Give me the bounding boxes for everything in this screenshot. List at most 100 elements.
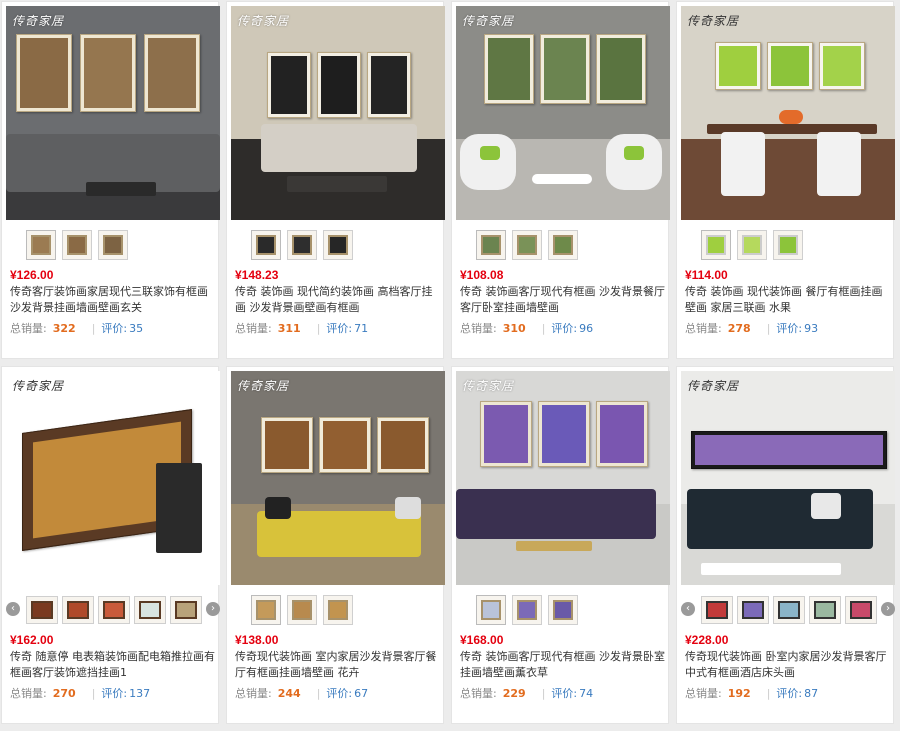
divider: | — [91, 322, 96, 335]
thumbnail[interactable] — [323, 595, 353, 625]
thumbnail-strip — [231, 591, 445, 627]
reviews-label[interactable]: 评价: — [776, 322, 802, 335]
thumbnail[interactable] — [98, 596, 130, 624]
sales-count: 278 — [727, 322, 751, 335]
product-title[interactable]: 传奇 随意停 电表箱装饰画配电箱推拉画有框画客厅装饰遮挡挂画1 — [10, 649, 216, 683]
product-title[interactable]: 传奇现代装饰画 室内家居沙发背景客厅餐厅有框画挂画墙壁画 花卉 — [235, 649, 441, 683]
thumbnail[interactable] — [323, 230, 353, 260]
chevron-right-icon[interactable]: › — [206, 602, 220, 616]
thumbnail[interactable] — [287, 230, 317, 260]
brand-logo: 传奇家居 — [237, 14, 290, 28]
thumbnail-strip — [456, 226, 670, 262]
product-image[interactable]: 传奇家居 — [681, 371, 895, 585]
product-card[interactable]: 传奇家居 ¥168.00 传奇 装饰画客厅现代有框画 沙发背景卧室挂画墙壁画薰衣… — [451, 366, 670, 724]
sales-label: 总销量: — [685, 687, 722, 700]
product-title[interactable]: 传奇 装饰画 现代装饰画 餐厅有框画挂画壁画 家居三联画 水果 — [685, 284, 891, 318]
reviews-label[interactable]: 评价: — [326, 322, 352, 335]
product-image[interactable]: 传奇家居 — [231, 6, 445, 220]
sales-count: 192 — [727, 687, 751, 700]
thumbnail[interactable] — [251, 230, 281, 260]
sales-label: 总销量: — [235, 687, 272, 700]
reviews-label[interactable]: 评价: — [101, 322, 127, 335]
sales-label: 总销量: — [685, 322, 722, 335]
thumbnail[interactable] — [512, 595, 542, 625]
product-grid: 传奇家居 ¥126.00 传奇客厅装饰画家居现代三联家饰有框画沙发背景挂画墙画壁… — [0, 0, 900, 731]
thumbnail[interactable] — [737, 596, 769, 624]
product-card[interactable]: 传奇家居 ¥138.00 传奇现代装饰画 室内家居沙发背景客厅餐厅有框画挂画墙壁… — [226, 366, 445, 724]
reviews-count[interactable]: 74 — [579, 687, 593, 700]
reviews-label[interactable]: 评价: — [326, 687, 352, 700]
thumbnail[interactable] — [26, 596, 58, 624]
thumbnail-strip — [231, 226, 445, 262]
thumbnail[interactable] — [26, 230, 56, 260]
thumbnail-strip — [456, 591, 670, 627]
thumbnail[interactable] — [62, 596, 94, 624]
reviews-label[interactable]: 评价: — [101, 687, 127, 700]
sales-count: 310 — [502, 322, 526, 335]
reviews-count[interactable]: 93 — [804, 322, 818, 335]
thumbnail[interactable] — [845, 596, 877, 624]
product-card[interactable]: 传奇家居 ‹ › ¥228.00 传奇现代装饰画 卧室内家居沙发背景客厅 中式有… — [676, 366, 895, 724]
thumbnail[interactable] — [134, 596, 166, 624]
thumbnail-strip — [681, 226, 895, 262]
thumbnail[interactable] — [251, 595, 281, 625]
product-price: ¥138.00 — [235, 633, 279, 647]
brand-logo: 传奇家居 — [687, 14, 740, 28]
thumbnail[interactable] — [773, 596, 805, 624]
product-image[interactable]: 传奇家居 — [456, 6, 670, 220]
product-price: ¥114.00 — [685, 268, 728, 282]
product-title[interactable]: 传奇 装饰画客厅现代有框画 沙发背景餐厅 客厅卧室挂画墙壁画 — [460, 284, 666, 318]
thumbnail-strip: ‹ › — [6, 591, 220, 627]
reviews-count[interactable]: 87 — [804, 687, 818, 700]
chevron-left-icon[interactable]: ‹ — [6, 602, 20, 616]
product-price: ¥108.08 — [460, 268, 504, 282]
thumbnail[interactable] — [737, 230, 767, 260]
thumbnail[interactable] — [548, 230, 578, 260]
product-image[interactable]: 传奇家居 — [456, 371, 670, 585]
product-card[interactable]: 传奇家居 ¥148.23 传奇 装饰画 现代简约装饰画 高档客厅挂画 沙发背景画… — [226, 1, 445, 359]
thumbnail[interactable] — [548, 595, 578, 625]
product-card[interactable]: 传奇家居 ¥114.00 传奇 装饰画 现代装饰画 餐厅有框画挂画壁画 家居三联… — [676, 1, 895, 359]
thumbnail[interactable] — [287, 595, 317, 625]
thumbnail[interactable] — [809, 596, 841, 624]
product-image[interactable]: 传奇家居 — [681, 6, 895, 220]
product-title[interactable]: 传奇客厅装饰画家居现代三联家饰有框画沙发背景挂画墙画壁画玄关 — [10, 284, 216, 318]
reviews-count[interactable]: 96 — [579, 322, 593, 335]
reviews-count[interactable]: 137 — [129, 687, 150, 700]
product-image[interactable]: 传奇家居 — [6, 371, 220, 585]
product-stats: 总销量: 270 | 评价: 137 — [10, 685, 216, 701]
thumbnail[interactable] — [170, 596, 202, 624]
divider: | — [541, 687, 546, 700]
product-price: ¥148.23 — [235, 268, 279, 282]
reviews-count[interactable]: 67 — [354, 687, 368, 700]
thumbnail[interactable] — [476, 230, 506, 260]
reviews-count[interactable]: 71 — [354, 322, 368, 335]
sales-count: 311 — [277, 322, 301, 335]
thumbnail[interactable] — [98, 230, 128, 260]
thumbnail[interactable] — [701, 230, 731, 260]
product-title[interactable]: 传奇现代装饰画 卧室内家居沙发背景客厅 中式有框画酒店床头画 — [685, 649, 891, 683]
reviews-label[interactable]: 评价: — [551, 687, 577, 700]
reviews-label[interactable]: 评价: — [551, 322, 577, 335]
thumbnail[interactable] — [773, 230, 803, 260]
reviews-label[interactable]: 评价: — [776, 687, 802, 700]
sales-label: 总销量: — [10, 322, 47, 335]
product-image[interactable]: 传奇家居 — [231, 371, 445, 585]
product-title[interactable]: 传奇 装饰画客厅现代有框画 沙发背景卧室挂画墙壁画薰衣草 — [460, 649, 666, 683]
brand-logo: 传奇家居 — [12, 14, 65, 28]
chevron-left-icon[interactable]: ‹ — [681, 602, 695, 616]
thumbnail[interactable] — [476, 595, 506, 625]
brand-logo: 传奇家居 — [462, 379, 515, 393]
chevron-right-icon[interactable]: › — [881, 602, 895, 616]
reviews-count[interactable]: 35 — [129, 322, 143, 335]
product-card[interactable]: 传奇家居 ¥108.08 传奇 装饰画客厅现代有框画 沙发背景餐厅 客厅卧室挂画… — [451, 1, 670, 359]
divider: | — [316, 687, 321, 700]
thumbnail[interactable] — [701, 596, 733, 624]
thumbnail[interactable] — [62, 230, 92, 260]
brand-logo: 传奇家居 — [687, 379, 740, 393]
product-card[interactable]: 传奇家居 ¥126.00 传奇客厅装饰画家居现代三联家饰有框画沙发背景挂画墙画壁… — [1, 1, 220, 359]
thumbnail[interactable] — [512, 230, 542, 260]
product-image[interactable]: 传奇家居 — [6, 6, 220, 220]
product-card[interactable]: 传奇家居 ‹ › ¥162.00 传奇 随意停 电表箱装饰画配电箱推拉画有框画客… — [1, 366, 220, 724]
product-title[interactable]: 传奇 装饰画 现代简约装饰画 高档客厅挂画 沙发背景画壁画有框画 — [235, 284, 441, 318]
